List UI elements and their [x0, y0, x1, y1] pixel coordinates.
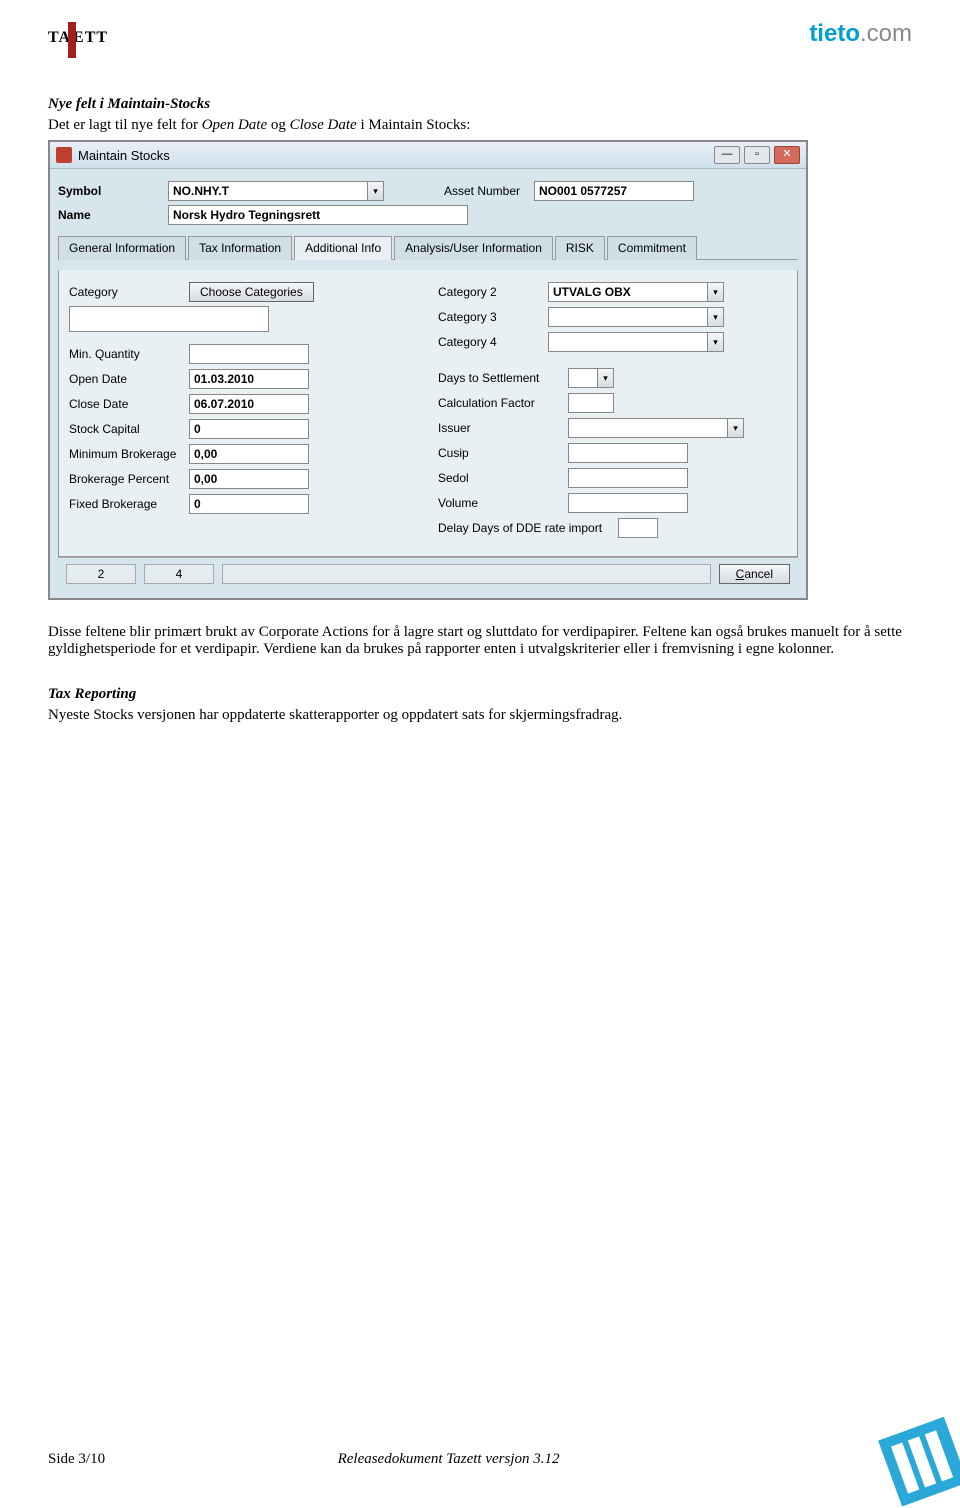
choose-categories-button[interactable]: Choose Categories	[189, 282, 314, 302]
days-combo[interactable]: ▾	[568, 368, 614, 388]
window-title: Maintain Stocks	[78, 148, 714, 163]
volume-input[interactable]	[568, 493, 688, 513]
minq-label: Min. Quantity	[69, 347, 189, 361]
name-input[interactable]	[168, 205, 468, 225]
fixbrok-label: Fixed Brokerage	[69, 497, 189, 511]
intro-a: Det er lagt til nye felt for	[48, 117, 202, 133]
maximize-button[interactable]: ▫	[744, 146, 770, 164]
symbol-input[interactable]	[168, 181, 368, 201]
cat4-combo[interactable]: ▾	[548, 332, 724, 352]
minbrok-input[interactable]	[189, 444, 309, 464]
tab-risk[interactable]: RISK	[555, 236, 605, 260]
status-bar: 2 4 Cancel	[58, 557, 798, 590]
chevron-down-icon[interactable]: ▾	[708, 332, 724, 352]
days-label: Days to Settlement	[438, 371, 568, 385]
section2-text: Nyeste Stocks versjonen har oppdaterte s…	[48, 707, 912, 724]
tab-additional[interactable]: Additional Info	[294, 236, 392, 260]
cat2-label: Category 2	[438, 285, 548, 299]
status-cell-1: 2	[66, 564, 136, 584]
minbrok-label: Minimum Brokerage	[69, 447, 189, 461]
issuer-input[interactable]	[568, 418, 728, 438]
issuer-label: Issuer	[438, 421, 568, 435]
chevron-down-icon[interactable]: ▾	[368, 181, 384, 201]
right-column: Category 2 ▾ Category 3 ▾	[438, 278, 787, 542]
tieto-com: .com	[860, 20, 912, 47]
asset-input[interactable]	[534, 181, 694, 201]
brokpct-input[interactable]	[189, 469, 309, 489]
left-column: Category Choose Categories Min. Quantity…	[69, 278, 418, 542]
tieto-logo: tieto.com	[809, 20, 912, 48]
tab-strip: General Information Tax Information Addi…	[58, 235, 798, 260]
issuer-combo[interactable]: ▾	[568, 418, 744, 438]
section1-heading: Nye felt i Maintain-Stocks	[48, 96, 912, 113]
calc-label: Calculation Factor	[438, 396, 568, 410]
status-spacer	[222, 564, 711, 584]
footer-pagenum: Side 3/10	[48, 1451, 105, 1468]
paragraph-1: Disse feltene blir primært brukt av Corp…	[48, 624, 912, 658]
chevron-down-icon[interactable]: ▾	[708, 282, 724, 302]
section2-heading: Tax Reporting	[48, 686, 912, 703]
chevron-down-icon[interactable]: ▾	[728, 418, 744, 438]
window-buttons: — ▫ ✕	[714, 146, 800, 164]
tab-general[interactable]: General Information	[58, 236, 186, 260]
brokpct-label: Brokerage Percent	[69, 472, 189, 486]
cusip-label: Cusip	[438, 446, 568, 460]
chevron-down-icon[interactable]: ▾	[708, 307, 724, 327]
cusip-input[interactable]	[568, 443, 688, 463]
name-label: Name	[58, 208, 168, 222]
maintain-stocks-window: Maintain Stocks — ▫ ✕ Symbol ▾ Asset Num…	[48, 140, 808, 600]
cat4-input[interactable]	[548, 332, 708, 352]
sedol-label: Sedol	[438, 471, 568, 485]
symbol-combo[interactable]: ▾	[168, 181, 384, 201]
days-input[interactable]	[568, 368, 598, 388]
category-listbox[interactable]	[69, 306, 269, 332]
section1-intro: Det er lagt til nye felt for Open Date o…	[48, 117, 912, 134]
asset-label: Asset Number	[444, 184, 534, 198]
minimize-button[interactable]: —	[714, 146, 740, 164]
cat2-input[interactable]	[548, 282, 708, 302]
cancel-label-rest: ancel	[744, 567, 773, 581]
chevron-down-icon[interactable]: ▾	[598, 368, 614, 388]
tab-body: Category Choose Categories Min. Quantity…	[58, 270, 798, 557]
page-footer: Side 3/10 Releasedokument Tazett versjon…	[48, 1451, 912, 1468]
tab-analysis[interactable]: Analysis/User Information	[394, 236, 553, 260]
category-label: Category	[69, 285, 189, 299]
opendate-label: Open Date	[69, 372, 189, 386]
cancel-button[interactable]: Cancel	[719, 564, 790, 584]
tab-commitment[interactable]: Commitment	[607, 236, 697, 260]
sedol-input[interactable]	[568, 468, 688, 488]
cat3-combo[interactable]: ▾	[548, 307, 724, 327]
stockcap-input[interactable]	[189, 419, 309, 439]
page-header: TAETT tieto.com	[48, 20, 912, 56]
calc-input[interactable]	[568, 393, 614, 413]
fixbrok-input[interactable]	[189, 494, 309, 514]
cat4-label: Category 4	[438, 335, 548, 349]
symbol-label: Symbol	[58, 184, 168, 198]
minq-input[interactable]	[189, 344, 309, 364]
volume-label: Volume	[438, 496, 568, 510]
closedate-label: Close Date	[69, 397, 189, 411]
footer-docname: Releasedokument Tazett versjon 3.12	[338, 1451, 560, 1468]
tazett-logo: TAETT	[48, 20, 108, 56]
close-button[interactable]: ✕	[774, 146, 800, 164]
delay-input[interactable]	[618, 518, 658, 538]
tieto-text: tieto	[809, 20, 860, 47]
intro-opendate: Open Date	[202, 117, 267, 133]
closedate-input[interactable]	[189, 394, 309, 414]
corner-tieto-logo	[850, 1398, 960, 1508]
status-cell-2: 4	[144, 564, 214, 584]
cat2-combo[interactable]: ▾	[548, 282, 724, 302]
stockcap-label: Stock Capital	[69, 422, 189, 436]
opendate-input[interactable]	[189, 369, 309, 389]
cat3-label: Category 3	[438, 310, 548, 324]
delay-label: Delay Days of DDE rate import	[438, 521, 618, 535]
intro-b: og	[267, 117, 290, 133]
intro-c: i Maintain Stocks:	[357, 117, 471, 133]
app-icon	[56, 147, 72, 163]
titlebar: Maintain Stocks — ▫ ✕	[50, 142, 806, 169]
cat3-input[interactable]	[548, 307, 708, 327]
intro-closedate: Close Date	[290, 117, 357, 133]
tab-tax[interactable]: Tax Information	[188, 236, 292, 260]
